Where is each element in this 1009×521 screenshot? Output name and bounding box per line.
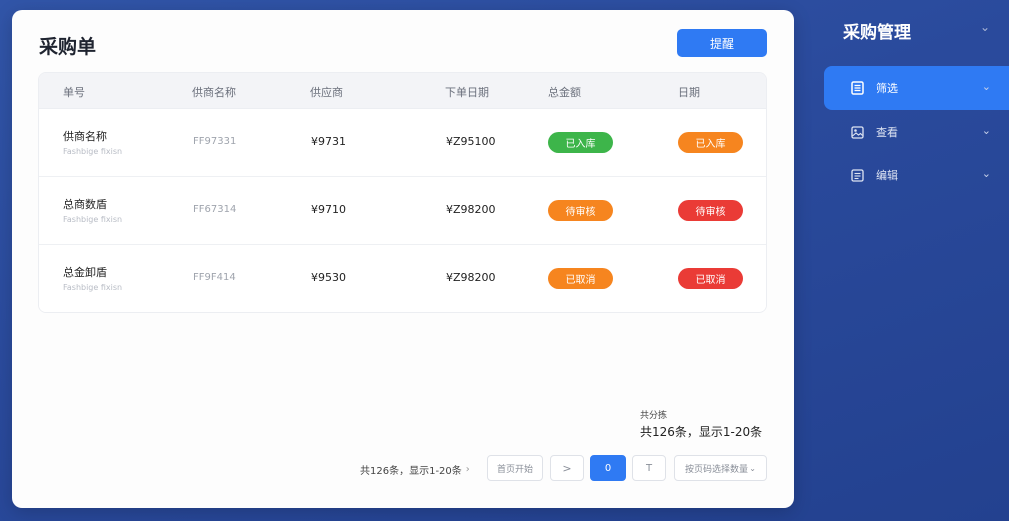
purchase-table: 单号 供商名称 供应商 下单日期 总金额 日期 供商名称 Fashbige fi… — [38, 72, 767, 313]
column-header-date[interactable]: 日期 — [678, 84, 700, 100]
row-code: FF67314 — [193, 204, 237, 215]
sidebar-item-label: 筛选 — [876, 82, 898, 95]
column-header-total[interactable]: 总金额 — [548, 84, 581, 100]
column-header-order-date[interactable]: 下单日期 — [445, 84, 489, 100]
chevron-down-icon: ⌄ — [749, 463, 756, 473]
page-size-select[interactable]: 按页码选择数量 ⌄ — [674, 455, 767, 481]
first-page-button[interactable]: 首页开始 — [487, 455, 543, 481]
row-price: ¥9710 — [311, 203, 346, 216]
remind-button[interactable]: 提醒 — [677, 29, 767, 57]
current-page-button[interactable]: 0 — [590, 455, 626, 481]
status-badge: 已入库 — [678, 132, 743, 153]
status-badge: 已取消 — [678, 268, 743, 289]
row-price: ¥9530 — [311, 271, 346, 284]
column-header-supplier[interactable]: 供应商 — [310, 84, 343, 100]
table-header: 单号 供商名称 供应商 下单日期 总金额 日期 — [39, 73, 766, 109]
row-code: FF9F414 — [193, 272, 236, 283]
chevron-down-icon: ⌄ — [981, 124, 991, 137]
pager-info-text: 共126条，显示1-20条 — [360, 466, 462, 477]
main-panel: 采购单 提醒 单号 供商名称 供应商 下单日期 总金额 日期 供商名称 Fash… — [12, 10, 794, 508]
sidebar-item-label: 查看 — [876, 126, 898, 139]
status-badge: 待审核 — [548, 200, 613, 221]
row-subtitle: Fashbige fixisn — [63, 147, 123, 156]
list-icon — [850, 168, 864, 182]
row-subtitle: Fashbige fixisn — [63, 283, 123, 292]
document-icon — [850, 81, 864, 95]
row-total: ¥Z98200 — [446, 203, 496, 216]
sidebar-item-filter[interactable]: 筛选 ⌄ — [824, 66, 1009, 110]
chevron-down-icon[interactable]: ⌄ — [980, 20, 990, 34]
row-total: ¥Z95100 — [446, 135, 496, 148]
page-size-label: 按页码选择数量 — [685, 464, 749, 475]
image-icon — [850, 125, 864, 139]
table-row[interactable]: 总金卸盾 Fashbige fixisn FF9F414 ¥9530 ¥Z982… — [39, 245, 766, 312]
status-badge: 已入库 — [548, 132, 613, 153]
sidebar-item-view[interactable]: 查看 ⌄ — [824, 110, 1009, 154]
row-name: 供商名称 — [63, 130, 107, 143]
row-name: 总商数盾 — [63, 198, 107, 211]
sidebar-item-label: 编辑 — [876, 169, 898, 182]
page-button[interactable]: T — [632, 455, 666, 481]
row-total: ¥Z98200 — [446, 271, 496, 284]
summary-label: 共分拣 — [640, 411, 668, 421]
page-title: 采购单 — [39, 36, 97, 58]
row-price: ¥9731 — [311, 135, 346, 148]
summary-text: 共126条，显示1-20条 — [640, 425, 763, 439]
sidebar-title: 采购管理 — [843, 23, 911, 43]
column-header-order-no[interactable]: 单号 — [63, 84, 85, 100]
table-row[interactable]: 总商数盾 Fashbige fixisn FF67314 ¥9710 ¥Z982… — [39, 177, 766, 245]
row-name: 总金卸盾 — [63, 266, 107, 279]
sidebar-item-edit[interactable]: 编辑 ⌄ — [824, 153, 1009, 197]
status-badge: 已取消 — [548, 268, 613, 289]
pager-info: 共126条，显示1-20条 › — [360, 462, 470, 477]
table-row[interactable]: 供商名称 Fashbige fixisn FF97331 ¥9731 ¥Z951… — [39, 109, 766, 177]
row-code: FF97331 — [193, 136, 237, 147]
next-page-button[interactable]: > — [550, 455, 584, 481]
status-badge: 待审核 — [678, 200, 743, 221]
chevron-down-icon: ⌄ — [981, 80, 991, 93]
row-subtitle: Fashbige fixisn — [63, 215, 123, 224]
chevron-right-icon: › — [465, 464, 470, 475]
column-header-supplier-name[interactable]: 供商名称 — [192, 84, 236, 100]
chevron-down-icon: ⌄ — [981, 167, 991, 180]
